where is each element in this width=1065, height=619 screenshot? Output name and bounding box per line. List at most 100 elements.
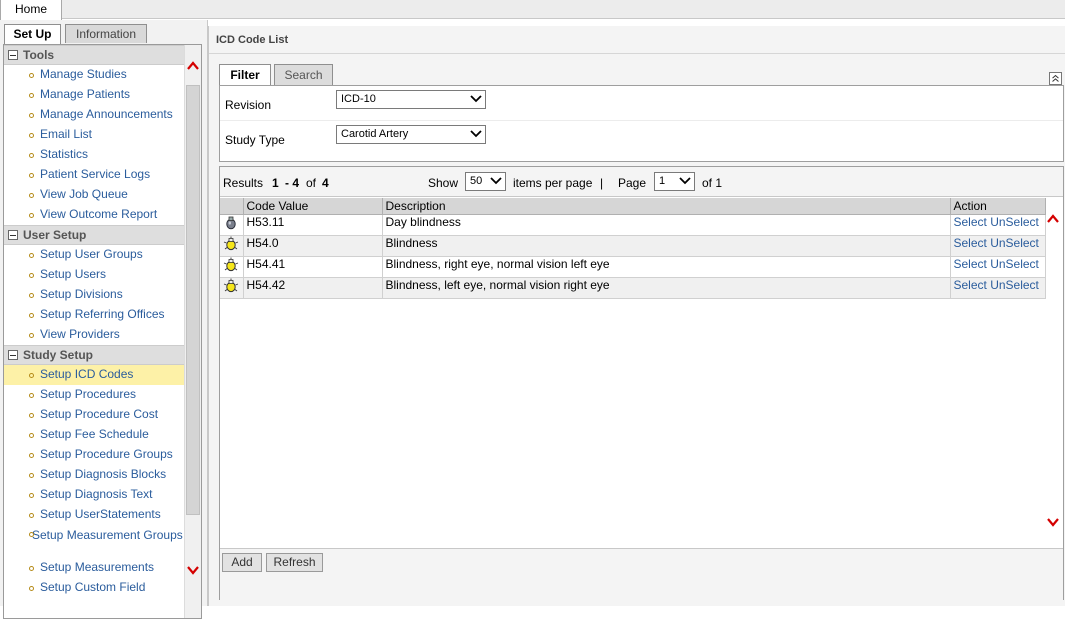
bullet-icon <box>29 313 34 318</box>
menu-item[interactable]: Setup Referring Offices <box>4 305 185 325</box>
menu-scrollbar-thumb[interactable] <box>186 85 200 515</box>
tab-filter[interactable]: Filter <box>219 64 271 86</box>
select-link[interactable]: Select <box>954 278 987 292</box>
menu-item[interactable]: Setup Diagnosis Text <box>4 485 185 505</box>
chevron-down-icon <box>470 130 482 138</box>
results-total: 4 <box>322 176 329 190</box>
tab-information[interactable]: Information <box>65 24 147 43</box>
chevron-down-icon <box>470 95 482 103</box>
scroll-down-icon[interactable] <box>186 563 200 577</box>
unselect-link[interactable]: UnSelect <box>990 278 1039 292</box>
menu-item[interactable]: Setup Users <box>4 265 185 285</box>
bullet-icon <box>29 393 34 398</box>
menu-item[interactable]: Setup Measurements <box>4 558 185 578</box>
main-panel: ICD Code List Filter Search Revision ICD… <box>208 26 1065 606</box>
menu-item[interactable]: Patient Service Logs <box>4 165 185 185</box>
code-column-header[interactable]: Code Value <box>243 198 383 215</box>
scroll-up-icon[interactable] <box>186 59 200 73</box>
menu-item[interactable]: Setup Divisions <box>4 285 185 305</box>
description-cell: Blindness <box>382 235 951 257</box>
section-study-setup[interactable]: Study Setup <box>4 345 185 365</box>
add-button[interactable]: Add <box>222 553 262 572</box>
chevron-down-icon <box>679 177 691 185</box>
tab-setup[interactable]: Set Up <box>4 24 61 44</box>
unselect-link[interactable]: UnSelect <box>990 215 1039 229</box>
description-column-header[interactable]: Description <box>382 198 951 215</box>
menu-item[interactable]: Statistics <box>4 145 185 165</box>
light-bulb-on-icon[interactable] <box>220 256 244 278</box>
menu-item[interactable]: Email List <box>4 125 185 145</box>
description-cell: Blindness, right eye, normal vision left… <box>382 256 951 278</box>
section-user-setup[interactable]: User Setup <box>4 225 185 245</box>
table-header-row: Code Value Description Action <box>220 198 1046 215</box>
menu-item[interactable]: View Outcome Report <box>4 205 185 225</box>
results-range-end: - 4 <box>285 176 300 190</box>
bullet-icon <box>29 173 34 178</box>
home-tab[interactable]: Home <box>0 0 62 20</box>
bullet-icon <box>29 213 34 218</box>
bullet-icon <box>29 373 34 378</box>
revision-select[interactable]: ICD-10 <box>336 90 486 109</box>
action-column-header: Action <box>950 198 1046 215</box>
menu-item[interactable]: Setup Procedure Cost <box>4 405 185 425</box>
menu-item[interactable]: Setup User Groups <box>4 245 185 265</box>
bullet-icon <box>29 93 34 98</box>
menu-item[interactable]: Setup Custom Field <box>4 578 185 598</box>
select-link[interactable]: Select <box>954 236 987 250</box>
light-bulb-off-icon[interactable] <box>220 214 244 236</box>
refresh-button[interactable]: Refresh <box>266 553 323 572</box>
collapse-icon[interactable] <box>8 350 18 360</box>
results-range-start: 1 <box>272 176 279 190</box>
bullet-icon <box>29 513 34 518</box>
per-page-select[interactable]: 50 <box>465 172 506 191</box>
action-cell: Select UnSelect <box>950 256 1046 278</box>
menu-item[interactable]: Setup Fee Schedule <box>4 425 185 445</box>
menu-item[interactable]: Setup UserStatements <box>4 505 185 525</box>
unselect-link[interactable]: UnSelect <box>990 236 1039 250</box>
action-cell: Select UnSelect <box>950 214 1046 236</box>
icon-column-header <box>220 198 244 215</box>
section-tools[interactable]: Tools <box>4 45 185 65</box>
menu-item[interactable]: Manage Patients <box>4 85 185 105</box>
menu-item[interactable]: Manage Announcements <box>4 105 185 125</box>
menu-item[interactable]: Setup Measurement Groups <box>4 525 185 558</box>
action-cell: Select UnSelect <box>950 277 1046 299</box>
scroll-up-icon[interactable] <box>1046 212 1060 226</box>
select-link[interactable]: Select <box>954 215 987 229</box>
show-label: Show <box>428 176 459 190</box>
menu-item[interactable]: Setup Procedures <box>4 385 185 405</box>
light-bulb-on-icon[interactable] <box>220 277 244 299</box>
top-nav-bar: Home <box>0 0 1065 20</box>
menu-item[interactable]: Manage Studies <box>4 65 185 85</box>
filter-row-study-type: Study Type Carotid Artery <box>220 121 1063 156</box>
page-title: ICD Code List <box>209 26 1065 54</box>
menu-item[interactable]: Setup Procedure Groups <box>4 445 185 465</box>
menu-item-selected[interactable]: Setup ICD Codes <box>4 365 185 385</box>
table-row: H54.0 Blindness Select UnSelect <box>220 235 1046 257</box>
collapse-up-icon[interactable] <box>1049 72 1062 85</box>
unselect-link[interactable]: UnSelect <box>990 257 1039 271</box>
collapse-icon[interactable] <box>8 230 18 240</box>
table-row: H53.11 Day blindness Select UnSelect <box>220 214 1046 236</box>
menu-item[interactable]: View Providers <box>4 325 185 345</box>
results-bar: Results 1 - 4 of 4 Show 50 items per pag… <box>220 167 1063 197</box>
menu-item[interactable]: View Job Queue <box>4 185 185 205</box>
page-select[interactable]: 1 <box>654 172 695 191</box>
bullet-icon <box>29 73 34 78</box>
bullet-icon <box>29 273 34 278</box>
code-value-cell: H54.42 <box>243 277 383 299</box>
page-label: Page <box>618 176 647 190</box>
setup-menu: Tools Manage Studies Manage Patients Man… <box>4 45 185 598</box>
menu-item[interactable]: Setup Diagnosis Blocks <box>4 465 185 485</box>
icd-code-table: Code Value Description Action H53.11 Day… <box>220 198 1046 299</box>
scroll-down-icon[interactable] <box>1046 515 1060 529</box>
menu-scrollbar[interactable] <box>184 45 201 618</box>
tab-search[interactable]: Search <box>274 64 333 85</box>
select-link[interactable]: Select <box>954 257 987 271</box>
study-type-select[interactable]: Carotid Artery <box>336 125 486 144</box>
code-value-cell: H53.11 <box>243 214 383 236</box>
light-bulb-on-icon[interactable] <box>220 235 244 257</box>
collapse-icon[interactable] <box>8 50 18 60</box>
bullet-icon <box>29 113 34 118</box>
code-value-cell: H54.0 <box>243 235 383 257</box>
